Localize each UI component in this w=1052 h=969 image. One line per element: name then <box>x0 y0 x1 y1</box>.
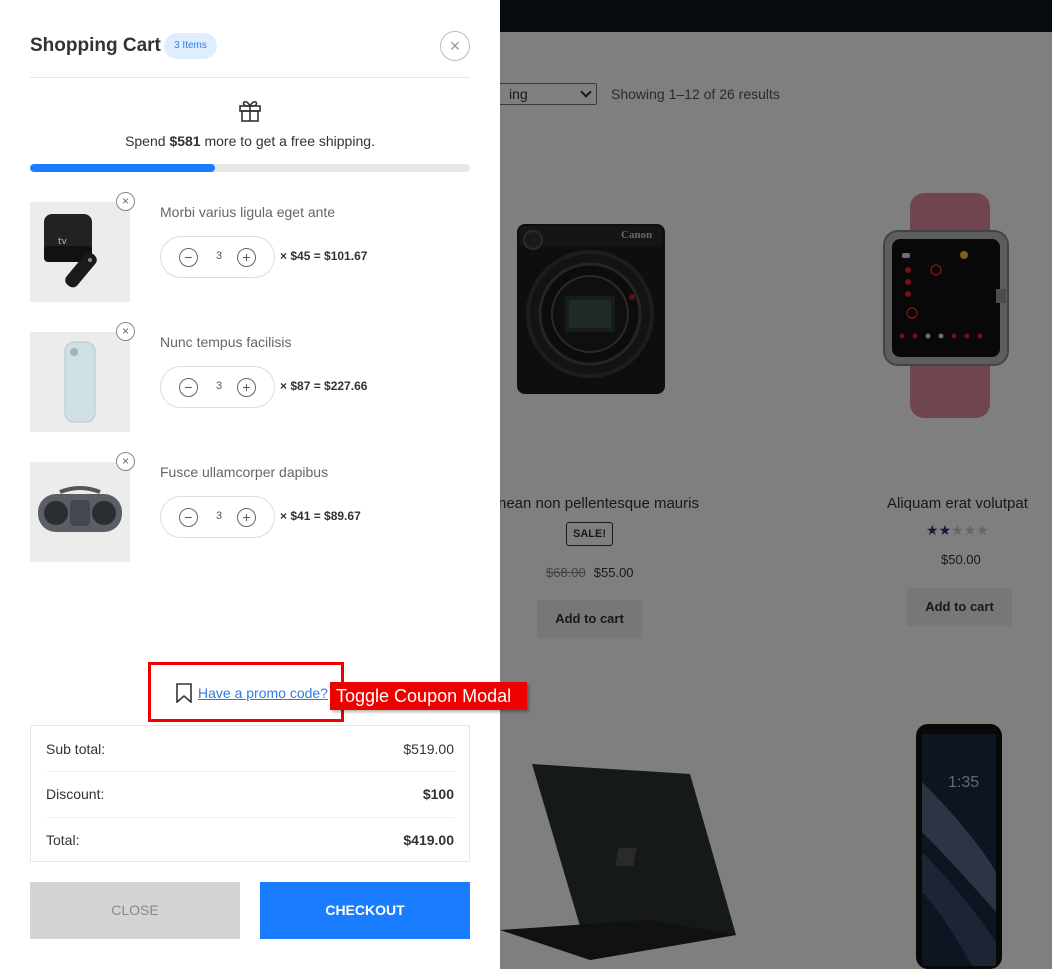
line-price: × $45 = $101.67 <box>280 249 368 263</box>
shipping-progress-bar <box>30 164 470 172</box>
quantity-value[interactable]: 3 <box>209 380 229 392</box>
remove-item-icon[interactable]: × <box>116 192 135 211</box>
plus-icon[interactable]: + <box>237 378 256 397</box>
minus-icon[interactable]: − <box>179 248 198 267</box>
plus-icon[interactable]: + <box>237 508 256 527</box>
svg-text:tv: tv <box>58 237 68 247</box>
cart-drawer: Shopping Cart 3 Items × Spend $581 more … <box>0 0 500 969</box>
subtotal-row: Sub total: $519.00 <box>46 726 454 771</box>
totals-box: Sub total: $519.00 Discount: $100 Total:… <box>30 725 470 862</box>
shipping-amount: $581 <box>169 133 201 149</box>
total-value: $419.00 <box>403 832 454 848</box>
checkout-button[interactable]: CHECKOUT <box>260 882 470 939</box>
subtotal-value: $519.00 <box>403 741 454 757</box>
divider <box>30 77 470 78</box>
free-shipping-message: Spend $581 more to get a free shipping. <box>0 133 500 149</box>
item-thumbnail[interactable] <box>30 462 130 562</box>
cart-item: × Nunc tempus facilisis − 3 + × $87 = $2… <box>30 322 470 432</box>
item-name[interactable]: Fusce ullamcorper dapibus <box>160 464 328 480</box>
line-price: × $41 = $89.67 <box>280 509 361 523</box>
gift-icon <box>237 97 263 128</box>
total-row: Total: $419.00 <box>46 817 454 862</box>
cart-item: × Fusce ullamcorper dapibus − 3 + × $41 … <box>30 452 470 562</box>
bookmark-icon <box>175 683 193 708</box>
item-name[interactable]: Morbi varius ligula eget ante <box>160 204 335 220</box>
cart-item: tv × Morbi varius ligula eget ante − 3 +… <box>30 192 470 302</box>
discount-row: Discount: $100 <box>46 771 454 816</box>
item-thumbnail[interactable]: tv <box>30 202 130 302</box>
shipping-suffix: more to get a free shipping. <box>200 133 375 149</box>
discount-value: $100 <box>422 786 454 802</box>
remove-item-icon[interactable]: × <box>116 322 135 341</box>
subtotal-label: Sub total: <box>46 741 106 757</box>
cart-title: Shopping Cart <box>30 35 161 56</box>
close-icon[interactable]: × <box>440 31 470 61</box>
minus-icon[interactable]: − <box>179 508 198 527</box>
quantity-stepper: − 3 + <box>160 236 275 278</box>
quantity-stepper: − 3 + <box>160 496 275 538</box>
minus-icon[interactable]: − <box>179 378 198 397</box>
quantity-stepper: − 3 + <box>160 366 275 408</box>
items-count-badge: 3 Items <box>164 33 217 59</box>
item-name[interactable]: Nunc tempus facilisis <box>160 334 292 350</box>
promo-code-link[interactable]: Have a promo code? <box>198 685 328 701</box>
remove-item-icon[interactable]: × <box>116 452 135 471</box>
quantity-value[interactable]: 3 <box>209 510 229 522</box>
shipping-prefix: Spend <box>125 133 170 149</box>
quantity-value[interactable]: 3 <box>209 250 229 262</box>
close-button[interactable]: CLOSE <box>30 882 240 939</box>
total-label: Total: <box>46 832 80 848</box>
shipping-progress-fill <box>30 164 215 172</box>
discount-label: Discount: <box>46 786 105 802</box>
annotation-label: Toggle Coupon Modal <box>330 682 528 710</box>
plus-icon[interactable]: + <box>237 248 256 267</box>
item-thumbnail[interactable] <box>30 332 130 432</box>
line-price: × $87 = $227.66 <box>280 379 368 393</box>
